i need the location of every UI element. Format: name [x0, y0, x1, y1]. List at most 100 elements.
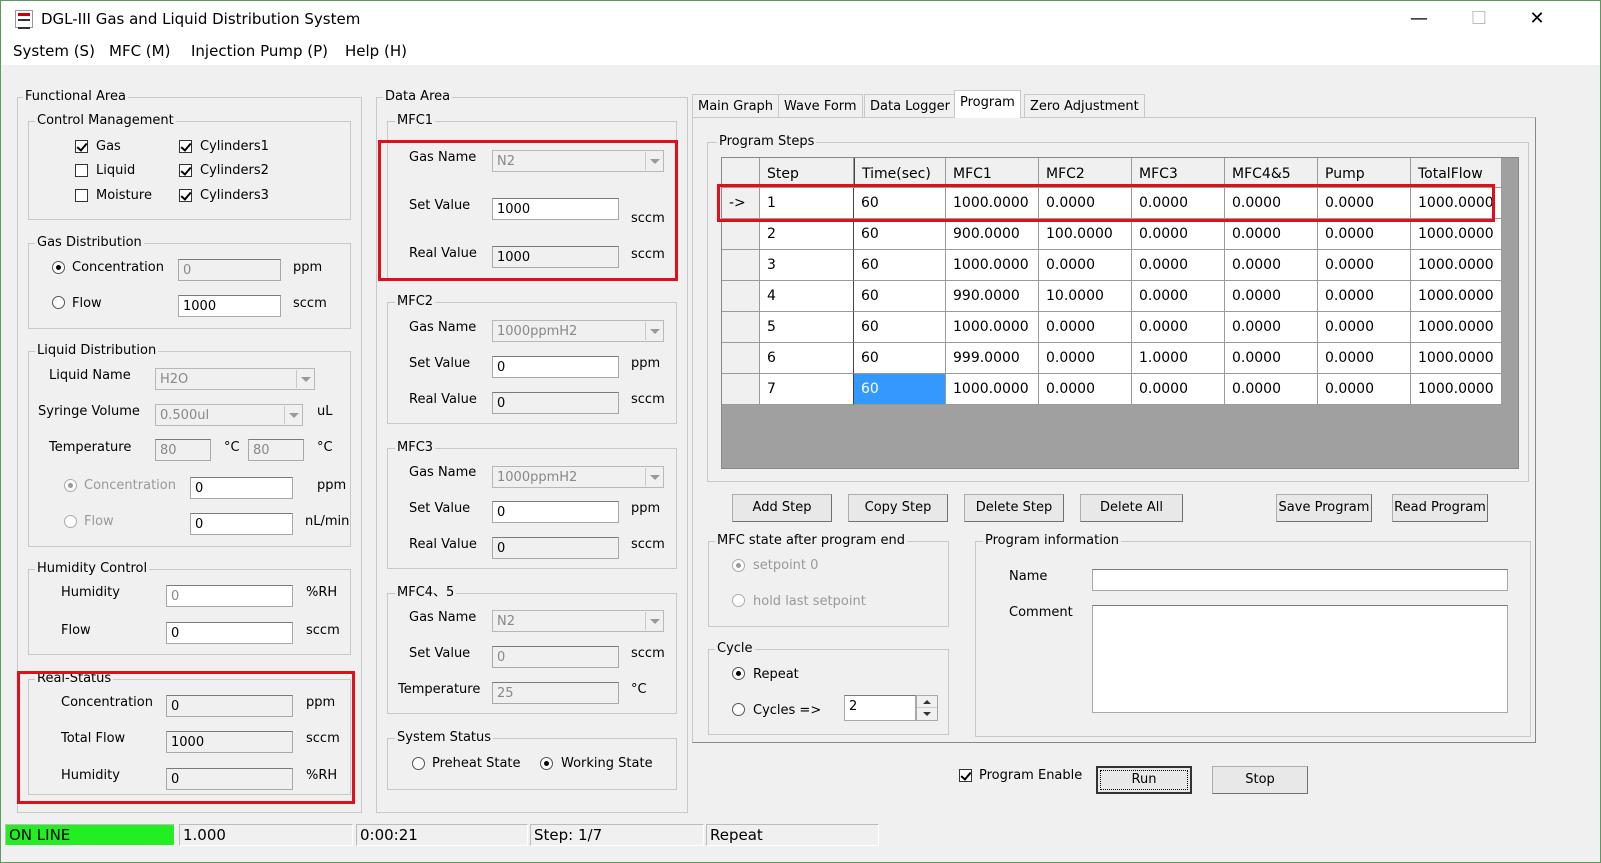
liquid-temperature-input-2[interactable]: 80 — [248, 439, 304, 461]
cell-totalflow[interactable]: 1000.0000 — [1411, 219, 1502, 250]
humidity-input[interactable]: 0 — [166, 585, 293, 607]
liquid-name-select[interactable]: H2O — [155, 368, 315, 390]
cell-pump[interactable]: 0.0000 — [1318, 312, 1411, 343]
cell-time[interactable]: 60 — [854, 281, 946, 312]
cell-arrow[interactable] — [722, 343, 760, 374]
liquid-flow-radio[interactable] — [64, 515, 77, 528]
mfc45-set-value-input[interactable]: 0 — [492, 646, 619, 668]
liquid-checkbox[interactable] — [75, 164, 88, 177]
cell-mfc2[interactable]: 0.0000 — [1039, 374, 1132, 405]
cycles-spinner[interactable] — [916, 695, 938, 721]
cell-mfc3[interactable]: 0.0000 — [1132, 281, 1225, 312]
humidity-flow-input[interactable]: 0 — [166, 622, 293, 644]
tab-data-logger[interactable]: Data Logger — [864, 94, 956, 117]
delete-all-button[interactable]: Delete All — [1080, 494, 1183, 522]
cell-mfc45[interactable]: 0.0000 — [1225, 281, 1318, 312]
cell-mfc2[interactable]: 0.0000 — [1039, 250, 1132, 281]
cell-totalflow[interactable]: 1000.0000 — [1411, 312, 1502, 343]
cell-time[interactable]: 60 — [854, 343, 946, 374]
cell-mfc45[interactable]: 0.0000 — [1225, 250, 1318, 281]
menu-system[interactable]: System (S) — [13, 42, 95, 60]
read-program-button[interactable]: Read Program — [1392, 494, 1488, 522]
cell-arrow[interactable] — [722, 374, 760, 405]
cell-mfc1[interactable]: 900.0000 — [946, 219, 1039, 250]
liquid-concentration-input[interactable]: 0 — [190, 477, 293, 499]
liquid-flow-input[interactable]: 0 — [190, 513, 293, 535]
cylinders2-checkbox[interactable] — [179, 164, 192, 177]
program-comment-textarea[interactable] — [1092, 605, 1508, 713]
run-button[interactable]: Run — [1096, 766, 1192, 794]
cell-mfc1[interactable]: 999.0000 — [946, 343, 1039, 374]
cell-step[interactable]: 5 — [760, 312, 854, 343]
cell-step[interactable]: 6 — [760, 343, 854, 374]
moisture-checkbox[interactable] — [75, 189, 88, 202]
cell-arrow[interactable] — [722, 312, 760, 343]
program-enable-checkbox[interactable] — [959, 769, 972, 782]
cell-mfc45[interactable]: 0.0000 — [1225, 188, 1318, 219]
gas-concentration-input[interactable]: 0 — [178, 259, 281, 281]
delete-step-button[interactable]: Delete Step — [964, 494, 1064, 522]
maximize-button[interactable]: ☐ — [1464, 7, 1494, 31]
cell-pump[interactable]: 0.0000 — [1318, 250, 1411, 281]
tab-main-graph[interactable]: Main Graph — [692, 94, 780, 117]
cell-arrow[interactable] — [722, 219, 760, 250]
cell-step[interactable]: 4 — [760, 281, 854, 312]
cell-totalflow[interactable]: 1000.0000 — [1411, 374, 1502, 405]
cell-totalflow[interactable]: 1000.0000 — [1411, 250, 1502, 281]
gas-flow-input[interactable]: 1000 — [178, 295, 281, 317]
mfc3-gas-name-select[interactable]: 1000ppmH2 — [492, 466, 664, 488]
cell-arrow[interactable] — [722, 250, 760, 281]
cell-pump[interactable]: 0.0000 — [1318, 188, 1411, 219]
cell-time[interactable]: 60 — [854, 219, 946, 250]
copy-step-button[interactable]: Copy Step — [848, 494, 948, 522]
cell-mfc45[interactable]: 0.0000 — [1225, 374, 1318, 405]
cycles-radio[interactable] — [732, 703, 745, 716]
tab-wave-form[interactable]: Wave Form — [778, 94, 863, 117]
liquid-temperature-input-1[interactable]: 80 — [155, 439, 211, 461]
stop-button[interactable]: Stop — [1212, 766, 1308, 794]
mfc2-gas-name-select[interactable]: 1000ppmH2 — [492, 320, 664, 342]
gas-checkbox[interactable] — [75, 140, 88, 153]
cell-mfc3[interactable]: 0.0000 — [1132, 374, 1225, 405]
program-name-input[interactable] — [1092, 569, 1508, 591]
program-steps-grid[interactable]: Step Time(sec) MFC1 MFC2 MFC3 MFC4&5 Pump Total… — [721, 157, 1519, 469]
cylinders1-checkbox[interactable] — [179, 140, 192, 153]
mfc2-set-value-input[interactable]: 0 — [492, 356, 619, 378]
gas-concentration-radio[interactable] — [52, 261, 65, 274]
cell-arrow[interactable]: -> — [722, 188, 760, 219]
hold-last-setpoint-radio[interactable] — [732, 594, 745, 607]
cell-time[interactable]: 60 — [854, 374, 946, 405]
tab-program[interactable]: Program — [954, 90, 1021, 118]
spinner-up-icon[interactable] — [917, 696, 937, 708]
menu-help[interactable]: Help (H) — [345, 42, 407, 60]
cell-step[interactable]: 1 — [760, 188, 854, 219]
cell-mfc45[interactable]: 0.0000 — [1225, 219, 1318, 250]
cell-totalflow[interactable]: 1000.0000 — [1411, 343, 1502, 374]
cell-mfc1[interactable]: 1000.0000 — [946, 312, 1039, 343]
cell-mfc3[interactable]: 0.0000 — [1132, 250, 1225, 281]
cell-step[interactable]: 3 — [760, 250, 854, 281]
save-program-button[interactable]: Save Program — [1276, 494, 1372, 522]
repeat-radio[interactable] — [732, 667, 745, 680]
mfc1-gas-name-select[interactable]: N2 — [492, 150, 664, 172]
tab-zero-adjustment[interactable]: Zero Adjustment — [1024, 94, 1145, 117]
add-step-button[interactable]: Add Step — [732, 494, 832, 522]
cell-mfc2[interactable]: 10.0000 — [1039, 281, 1132, 312]
cell-mfc45[interactable]: 0.0000 — [1225, 312, 1318, 343]
cell-step[interactable]: 2 — [760, 219, 854, 250]
cycles-input[interactable]: 2 — [844, 695, 916, 721]
cell-mfc2[interactable]: 0.0000 — [1039, 343, 1132, 374]
minimize-button[interactable]: — — [1404, 7, 1434, 31]
close-button[interactable]: ✕ — [1522, 7, 1552, 31]
cell-totalflow[interactable]: 1000.0000 — [1411, 188, 1502, 219]
cell-mfc3[interactable]: 0.0000 — [1132, 188, 1225, 219]
cell-mfc1[interactable]: 990.0000 — [946, 281, 1039, 312]
cell-mfc1[interactable]: 1000.0000 — [946, 250, 1039, 281]
cell-totalflow[interactable]: 1000.0000 — [1411, 281, 1502, 312]
cell-mfc2[interactable]: 0.0000 — [1039, 312, 1132, 343]
cell-time[interactable]: 60 — [854, 188, 946, 219]
menu-injection-pump[interactable]: Injection Pump (P) — [191, 42, 328, 60]
syringe-volume-select[interactable]: 0.500ul — [155, 404, 303, 426]
cell-mfc1[interactable]: 1000.0000 — [946, 374, 1039, 405]
cell-mfc45[interactable]: 0.0000 — [1225, 343, 1318, 374]
